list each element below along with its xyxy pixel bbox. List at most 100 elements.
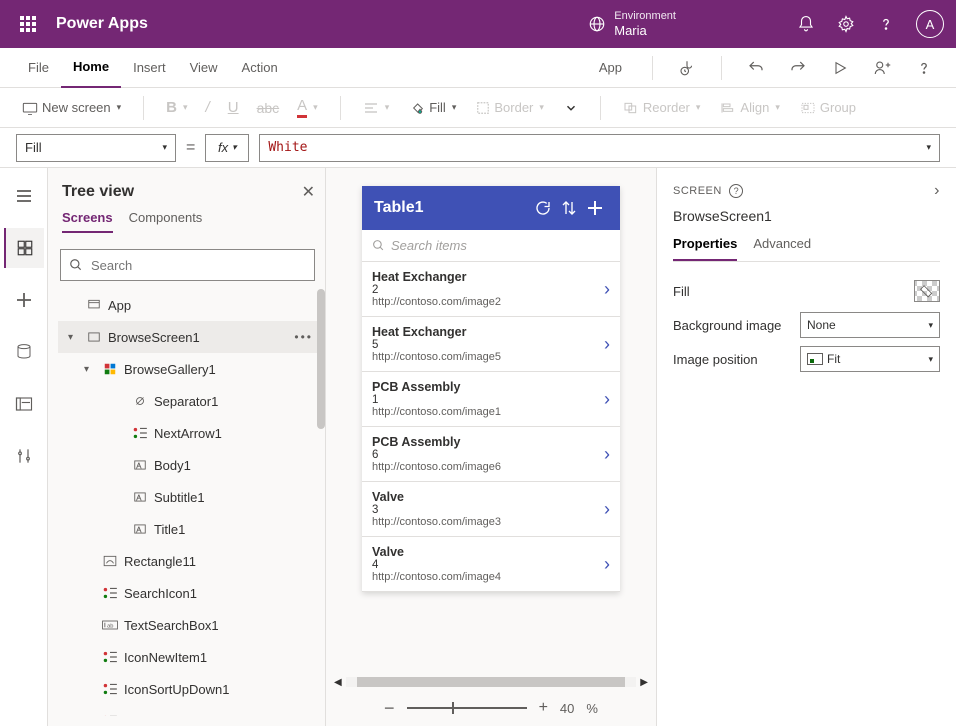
tree-node-iconsortupdown1[interactable]: IconSortUpDown1 (58, 673, 325, 705)
tree-node-nextarrow1[interactable]: NextArrow1 (58, 417, 325, 449)
italic-button[interactable]: / (200, 95, 216, 120)
app-preview[interactable]: Table1 Search items Heat Exchanger2http:… (362, 186, 620, 592)
notifications-icon[interactable] (796, 14, 816, 34)
app-checker-icon[interactable] (671, 52, 703, 84)
chevron-right-icon[interactable]: › (604, 554, 610, 575)
new-screen-button[interactable]: New screen▾ (16, 96, 127, 119)
preview-search[interactable]: Search items (362, 230, 620, 262)
menu-action[interactable]: Action (230, 48, 290, 88)
zoom-in-button[interactable]: + (539, 699, 548, 717)
tree-node-app[interactable]: App (58, 289, 325, 321)
app-launcher-icon[interactable] (12, 8, 44, 40)
group-icon (800, 101, 816, 115)
refresh-icon[interactable] (530, 195, 556, 221)
props-tab-properties[interactable]: Properties (673, 236, 737, 261)
gallery-item[interactable]: Valve3http://contoso.com/image3› (362, 482, 620, 537)
reorder-icon (623, 101, 639, 115)
border-button[interactable]: Border▾ (470, 96, 550, 119)
chevron-right-icon[interactable]: › (604, 444, 610, 465)
menu-bar: File Home Insert View Action App (0, 48, 956, 88)
more-icon[interactable]: ••• (294, 330, 319, 344)
menu-home[interactable]: Home (61, 48, 121, 88)
reorder-button[interactable]: Reorder▾ (617, 96, 707, 119)
rail-hamburger[interactable] (4, 176, 44, 216)
rail-advanced-tools[interactable] (4, 436, 44, 476)
sort-icon[interactable] (556, 195, 582, 221)
tree-node-rectangle11[interactable]: Rectangle11 (58, 545, 325, 577)
chevron-right-icon[interactable]: › (604, 334, 610, 355)
align-button[interactable]: Align▾ (714, 96, 785, 119)
zoom-out-button[interactable]: − (384, 698, 395, 719)
tree-search-input[interactable] (91, 258, 306, 273)
tree-scrollbar[interactable] (317, 289, 325, 429)
fill-color-button[interactable]: Fill▾ (403, 96, 462, 120)
user-avatar[interactable]: A (916, 10, 944, 38)
chevron-right-icon[interactable]: › (934, 182, 940, 200)
group-button[interactable]: Group (794, 96, 862, 119)
tree-node-iconrefresh1[interactable]: IconRefresh1 (58, 705, 325, 716)
tree-node-label: BrowseGallery1 (124, 362, 216, 377)
tree-node-title1[interactable]: Title1 (58, 513, 325, 545)
chevron-right-icon[interactable]: › (604, 389, 610, 410)
tree-node-subtitle1[interactable]: Subtitle1 (58, 481, 325, 513)
tree-node-searchicon1[interactable]: SearchIcon1 (58, 577, 325, 609)
help-icon[interactable] (876, 14, 896, 34)
tree-node-iconnewitem1[interactable]: IconNewItem1 (58, 641, 325, 673)
font-color-button[interactable]: A▾ (291, 93, 324, 122)
image-icon (807, 353, 823, 365)
close-icon[interactable]: ✕ (302, 182, 315, 202)
strike-button[interactable]: abc (251, 96, 286, 120)
tree-node-textsearchbox1[interactable]: abTextSearchBox1 (58, 609, 325, 641)
tree-list: App▾BrowseScreen1•••▾BrowseGallery1 Separ… (58, 289, 325, 716)
gallery-item[interactable]: PCB Assembly1http://contoso.com/image1› (362, 372, 620, 427)
zoom-slider[interactable] (407, 707, 527, 709)
gallery-item[interactable]: Heat Exchanger2http://contoso.com/image2… (362, 262, 620, 317)
chevron-right-icon[interactable]: › (604, 279, 610, 300)
tree-node-body1[interactable]: Body1 (58, 449, 325, 481)
tree-node-browsescreen1[interactable]: ▾BrowseScreen1••• (58, 321, 325, 353)
prop-img-pos-select[interactable]: Fit ▾ (800, 346, 940, 372)
settings-icon[interactable] (836, 14, 856, 34)
border-icon (476, 101, 490, 115)
canvas-horizontal-scrollbar[interactable]: ◀ ▶ (326, 674, 656, 690)
menu-file[interactable]: File (16, 48, 61, 88)
redo-icon[interactable] (782, 52, 814, 84)
gallery-item[interactable]: Valve4http://contoso.com/image4› (362, 537, 620, 592)
chevron-right-icon[interactable]: › (604, 499, 610, 520)
tree-node-label: Separator1 (154, 394, 218, 409)
formula-input[interactable]: White ▾ (259, 134, 940, 162)
tree-tab-components[interactable]: Components (129, 210, 203, 233)
tree-node-label: Title1 (154, 522, 185, 537)
tree-node-browsegallery1[interactable]: ▾BrowseGallery1 (58, 353, 325, 385)
property-selector[interactable]: Fill ▾ (16, 134, 176, 162)
bold-button[interactable]: B▾ (160, 95, 193, 120)
tree-node-icon (86, 297, 102, 313)
menu-app[interactable]: App (587, 48, 634, 88)
environment-picker[interactable]: Environment Maria (588, 10, 676, 39)
underline-button[interactable]: U (222, 95, 245, 120)
rail-tree-view[interactable] (4, 228, 44, 268)
undo-icon[interactable] (740, 52, 772, 84)
add-icon[interactable] (582, 195, 608, 221)
tree-search-box[interactable] (60, 249, 315, 281)
text-align-button[interactable]: ▾ (357, 97, 396, 119)
tree-node-separator1[interactable]: Separator1 (58, 385, 325, 417)
rail-data[interactable] (4, 332, 44, 372)
rail-media[interactable] (4, 384, 44, 424)
prop-fill-swatch[interactable] (914, 280, 940, 302)
fx-button[interactable]: fx▾ (205, 134, 249, 162)
menu-view[interactable]: View (178, 48, 230, 88)
help2-icon[interactable] (908, 52, 940, 84)
preview-icon[interactable] (824, 52, 856, 84)
overflow-button[interactable] (558, 97, 584, 119)
props-tab-advanced[interactable]: Advanced (753, 236, 811, 261)
menu-insert[interactable]: Insert (121, 48, 178, 88)
tree-tab-screens[interactable]: Screens (62, 210, 113, 233)
gallery-item[interactable]: Heat Exchanger5http://contoso.com/image5… (362, 317, 620, 372)
prop-fill-label: Fill (673, 284, 914, 299)
gallery-item[interactable]: PCB Assembly6http://contoso.com/image6› (362, 427, 620, 482)
share-icon[interactable] (866, 52, 898, 84)
prop-bg-image-select[interactable]: None▾ (800, 312, 940, 338)
rail-insert[interactable] (4, 280, 44, 320)
help-icon[interactable]: ? (729, 184, 743, 198)
